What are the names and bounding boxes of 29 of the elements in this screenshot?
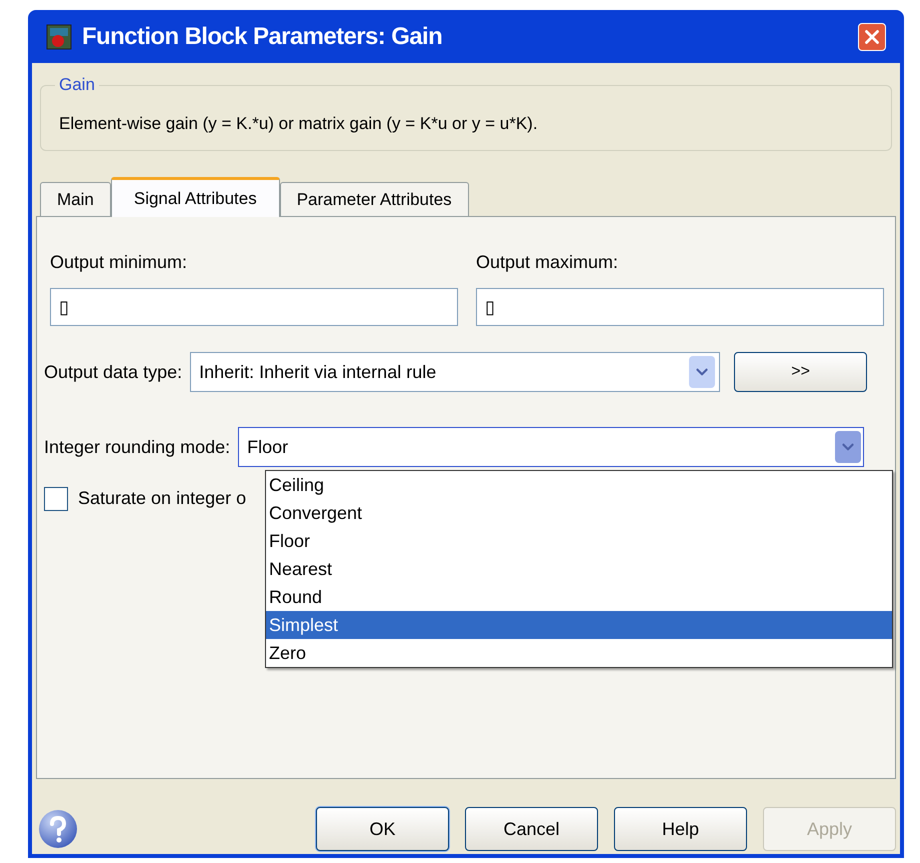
dropdown-field[interactable]: Floor [238,427,864,467]
window-app-icon [46,24,72,50]
tab[interactable]: Main [40,182,111,216]
dropdown-option[interactable]: Ceiling [266,471,892,499]
checkbox-label: Saturate on integer o [78,487,246,510]
more-button[interactable]: >> [734,352,868,392]
field-label: Output data type: [44,360,182,384]
dropdown-field[interactable]: Inherit: Inherit via internal rule [190,352,720,392]
tab[interactable]: Signal Attributes [110,177,280,217]
dropdown-option[interactable]: Zero [266,639,892,667]
input-field[interactable]: ▯ [50,288,458,326]
dropdown-option[interactable]: Simplest [266,611,892,639]
dropdown-option[interactable]: Nearest [266,555,892,583]
close-button[interactable] [858,22,886,50]
dropdown-option[interactable]: Round [266,583,892,611]
input-field[interactable]: ▯ [476,288,884,326]
tab[interactable]: Parameter Attributes [280,182,469,216]
dropdown-option[interactable]: Floor [266,527,892,555]
field-label: Output maximum: [476,251,620,274]
window-title: Function Block Parameters: Gain [82,22,444,52]
field-label: Output minimum: [50,251,188,274]
checkbox[interactable] [44,486,68,510]
dialog-button[interactable]: Help [614,807,747,851]
help-icon[interactable] [38,809,78,849]
dialog-button[interactable]: OK [316,807,449,851]
dropdown-option[interactable]: Convergent [266,499,892,527]
dialog-button[interactable]: Cancel [465,807,598,851]
description-text: Element-wise gain (y = K.*u) or matrix gain (y = K*u or y = u*K). [59,112,538,134]
field-label: Integer rounding mode: [44,436,230,459]
